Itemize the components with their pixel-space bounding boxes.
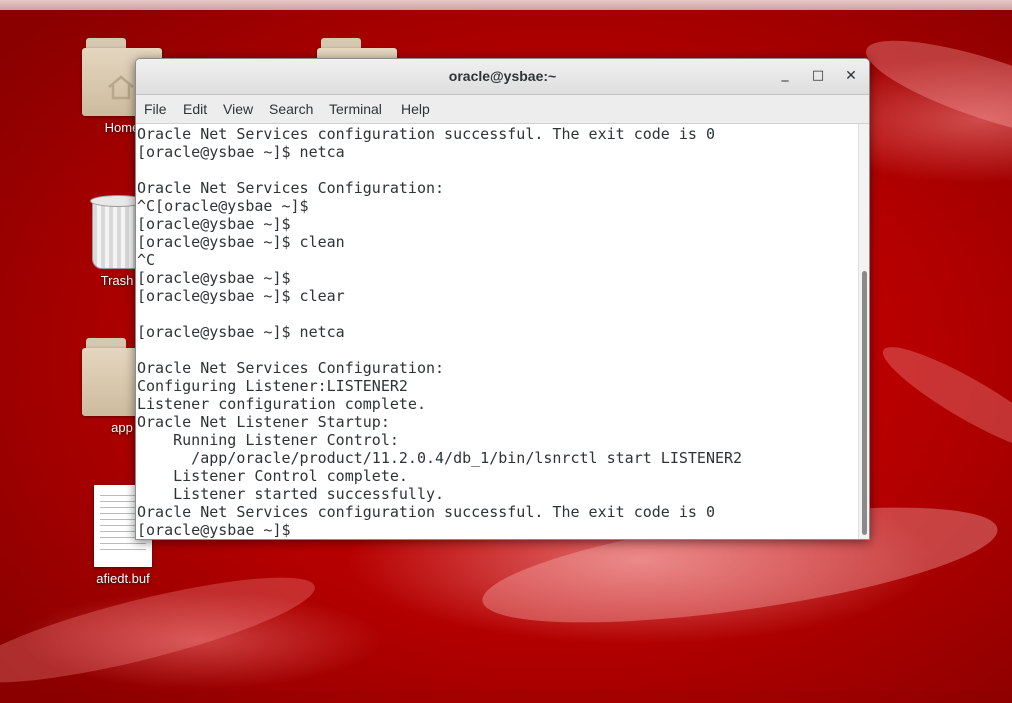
terminal-line: [oracle@ysbae ~]$ [137, 269, 291, 287]
close-button[interactable]: ✕ [842, 67, 860, 85]
menu-terminal[interactable]: Terminal [329, 101, 382, 117]
terminal-line: Oracle Net Services configuration succes… [137, 503, 715, 521]
terminal-line: ^C [137, 251, 156, 269]
title-bar[interactable]: oracle@ysbae:~ _ □ ✕ [136, 59, 869, 95]
terminal-line: Oracle Net Services Configuration: [137, 359, 445, 377]
terminal-window[interactable]: oracle@ysbae:~ _ □ ✕ File Edit View Sear… [135, 58, 870, 540]
terminal-line: Oracle Net Services configuration succes… [137, 125, 715, 143]
terminal-line: Listener Control complete. [137, 467, 408, 485]
top-panel [0, 0, 1012, 10]
minimize-button[interactable]: _ [776, 65, 794, 83]
scrollbar-thumb[interactable] [862, 271, 867, 535]
menu-file[interactable]: File [144, 101, 167, 117]
menu-help[interactable]: Help [401, 101, 430, 117]
terminal-line: [oracle@ysbae ~]$ netca [137, 323, 345, 341]
terminal-line: [oracle@ysbae ~]$ clean [137, 233, 345, 251]
menu-view[interactable]: View [223, 101, 253, 117]
terminal-line: Oracle Net Listener Startup: [137, 413, 390, 431]
terminal-line: Configuring Listener:LISTENER2 [137, 377, 408, 395]
terminal-line: Oracle Net Services Configuration: [137, 179, 445, 197]
maximize-button[interactable]: □ [809, 67, 827, 85]
terminal-prompt-line: [oracle@ysbae ~]$ [137, 521, 291, 539]
window-title: oracle@ysbae:~ [448, 68, 557, 84]
light-streak [857, 21, 1012, 159]
terminal-line: /app/oracle/product/11.2.0.4/db_1/bin/ls… [137, 449, 743, 467]
terminal-line: Listener started successfully. [137, 485, 445, 503]
light-streak [873, 332, 1012, 468]
terminal-line: [oracle@ysbae ~]$ clear [137, 287, 345, 305]
desktop-icon-label: afiedt.buf [96, 571, 150, 586]
terminal-line: Listener configuration complete. [137, 395, 426, 413]
terminal-scrollbar[interactable] [858, 124, 869, 539]
terminal-output[interactable]: Oracle Net Services configuration succes… [136, 124, 858, 539]
menu-search[interactable]: Search [269, 101, 313, 117]
menu-edit[interactable]: Edit [183, 101, 207, 117]
terminal-line: Running Listener Control: [137, 431, 399, 449]
terminal-line: [oracle@ysbae ~]$ netca [137, 143, 345, 161]
terminal-line: [oracle@ysbae ~]$ [137, 215, 291, 233]
menu-bar: File Edit View Search Terminal Help [136, 95, 869, 124]
terminal-line: ^C[oracle@ysbae ~]$ [137, 197, 309, 215]
